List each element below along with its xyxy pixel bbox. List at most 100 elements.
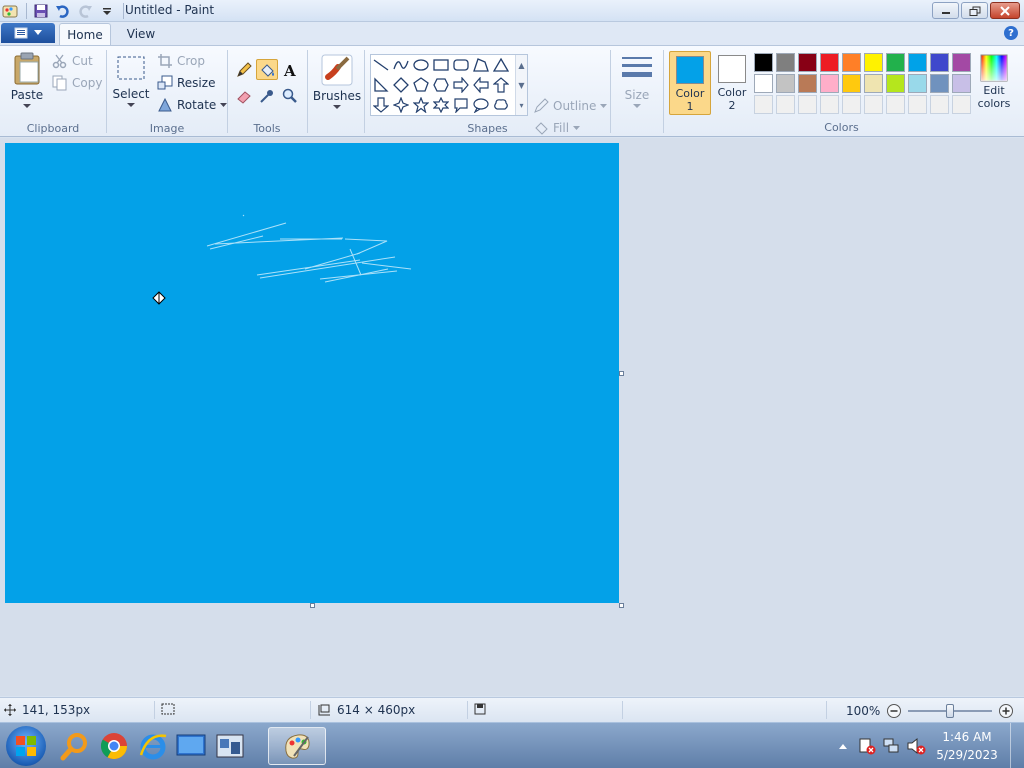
five-point-star-shape[interactable] (411, 95, 431, 115)
four-point-star-shape[interactable] (391, 95, 411, 115)
palette-color-swatch[interactable] (886, 53, 905, 72)
cloud-callout-shape[interactable] (491, 95, 511, 115)
palette-color-swatch[interactable] (776, 95, 795, 114)
resize-handle-bottom[interactable] (310, 603, 315, 608)
taskbar-search-app[interactable] (56, 727, 94, 765)
palette-color-swatch[interactable] (776, 53, 795, 72)
show-hidden-icons-icon[interactable] (838, 742, 848, 750)
palette-color-swatch[interactable] (842, 53, 861, 72)
down-arrow-shape[interactable] (371, 95, 391, 115)
palette-color-swatch[interactable] (864, 53, 883, 72)
cut-button[interactable]: Cut (52, 51, 93, 71)
taskbar-chrome-app[interactable] (95, 727, 133, 765)
palette-color-swatch[interactable] (908, 95, 927, 114)
action-center-icon[interactable] (858, 737, 876, 755)
copy-button[interactable]: Copy (52, 73, 102, 93)
select-button[interactable]: Select (112, 55, 150, 108)
help-icon[interactable]: ? (1004, 26, 1018, 40)
fill-button[interactable]: Fill (533, 118, 581, 138)
up-arrow-shape[interactable] (491, 75, 511, 95)
hexagon-shape[interactable] (431, 75, 451, 95)
pencil-tool[interactable] (233, 59, 255, 80)
rotate-button[interactable]: Rotate (157, 95, 228, 115)
start-button[interactable] (6, 726, 46, 766)
resize-button[interactable]: Resize (157, 73, 215, 93)
drawing-canvas[interactable] (5, 143, 619, 603)
rounded-callout-shape[interactable] (451, 95, 471, 115)
clock[interactable]: 1:46 AM 5/29/2023 (932, 728, 1002, 764)
rectangle-shape[interactable] (431, 55, 451, 75)
palette-color-swatch[interactable] (864, 95, 883, 114)
palette-color-swatch[interactable] (798, 74, 817, 93)
eraser-tool[interactable] (233, 85, 255, 106)
curve-shape[interactable] (391, 55, 411, 75)
minimize-button[interactable] (932, 2, 959, 19)
magnifier-tool[interactable] (279, 85, 301, 106)
undo-icon[interactable] (53, 1, 73, 21)
tab-home[interactable]: Home (59, 23, 111, 45)
zoom-slider[interactable] (908, 704, 993, 718)
diamond-shape[interactable] (391, 75, 411, 95)
palette-color-swatch[interactable] (864, 74, 883, 93)
shapes-gallery-scroll[interactable]: ▲ ▼ ▾ (515, 55, 527, 115)
taskbar-ie-app[interactable] (134, 727, 172, 765)
brushes-button[interactable]: Brushes (313, 53, 361, 110)
tab-view[interactable]: View (118, 23, 164, 45)
left-arrow-shape[interactable] (471, 75, 491, 95)
color-picker-tool[interactable] (256, 85, 278, 106)
crop-button[interactable]: Crop (157, 51, 205, 71)
fill-tool[interactable] (256, 59, 278, 80)
right-arrow-shape[interactable] (451, 75, 471, 95)
palette-color-swatch[interactable] (820, 53, 839, 72)
volume-muted-icon[interactable] (906, 737, 926, 755)
six-point-star-shape[interactable] (431, 95, 451, 115)
palette-color-swatch[interactable] (820, 95, 839, 114)
palette-color-swatch[interactable] (842, 95, 861, 114)
outline-button[interactable]: Outline (533, 96, 608, 116)
close-button[interactable] (990, 2, 1020, 19)
palette-color-swatch[interactable] (930, 53, 949, 72)
color1-button[interactable]: Color 1 (669, 51, 711, 115)
line-shape[interactable] (371, 55, 391, 75)
palette-color-swatch[interactable] (754, 74, 773, 93)
palette-color-swatch[interactable] (820, 74, 839, 93)
palette-color-swatch[interactable] (842, 74, 861, 93)
triangle-shape[interactable] (491, 55, 511, 75)
zoom-slider-thumb[interactable] (946, 704, 955, 718)
size-button[interactable]: Size (617, 53, 657, 109)
text-tool[interactable]: A (279, 59, 301, 80)
palette-color-swatch[interactable] (754, 95, 773, 114)
rounded-rectangle-shape[interactable] (451, 55, 471, 75)
restore-button[interactable] (961, 2, 988, 19)
palette-color-swatch[interactable] (908, 74, 927, 93)
palette-color-swatch[interactable] (886, 74, 905, 93)
palette-color-swatch[interactable] (886, 95, 905, 114)
customize-qat-chevron-icon[interactable] (97, 1, 117, 21)
palette-color-swatch[interactable] (798, 53, 817, 72)
edit-colors-button[interactable]: Edit colors (976, 54, 1012, 110)
oval-callout-shape[interactable] (471, 95, 491, 115)
save-icon[interactable] (31, 1, 51, 21)
palette-color-swatch[interactable] (798, 95, 817, 114)
palette-color-swatch[interactable] (908, 53, 927, 72)
zoom-in-icon[interactable] (998, 703, 1014, 719)
color2-button[interactable]: Color 2 (712, 51, 752, 115)
paint-menu-button[interactable] (1, 23, 55, 43)
right-triangle-shape[interactable] (371, 75, 391, 95)
palette-color-swatch[interactable] (930, 74, 949, 93)
palette-color-swatch[interactable] (754, 53, 773, 72)
show-desktop-button[interactable] (1010, 723, 1024, 768)
resize-handle-right[interactable] (619, 371, 624, 376)
taskbar-paint-app[interactable] (268, 727, 326, 765)
palette-color-swatch[interactable] (952, 74, 971, 93)
resize-handle-corner[interactable] (619, 603, 624, 608)
pentagon-shape[interactable] (411, 75, 431, 95)
taskbar-desktop-app[interactable] (172, 727, 210, 765)
paste-button[interactable]: Paste (8, 52, 46, 109)
oval-shape[interactable] (411, 55, 431, 75)
taskbar-explorer-app[interactable] (211, 727, 249, 765)
zoom-out-icon[interactable] (886, 703, 902, 719)
polygon-shape[interactable] (471, 55, 491, 75)
network-icon[interactable] (882, 737, 900, 755)
palette-color-swatch[interactable] (952, 53, 971, 72)
